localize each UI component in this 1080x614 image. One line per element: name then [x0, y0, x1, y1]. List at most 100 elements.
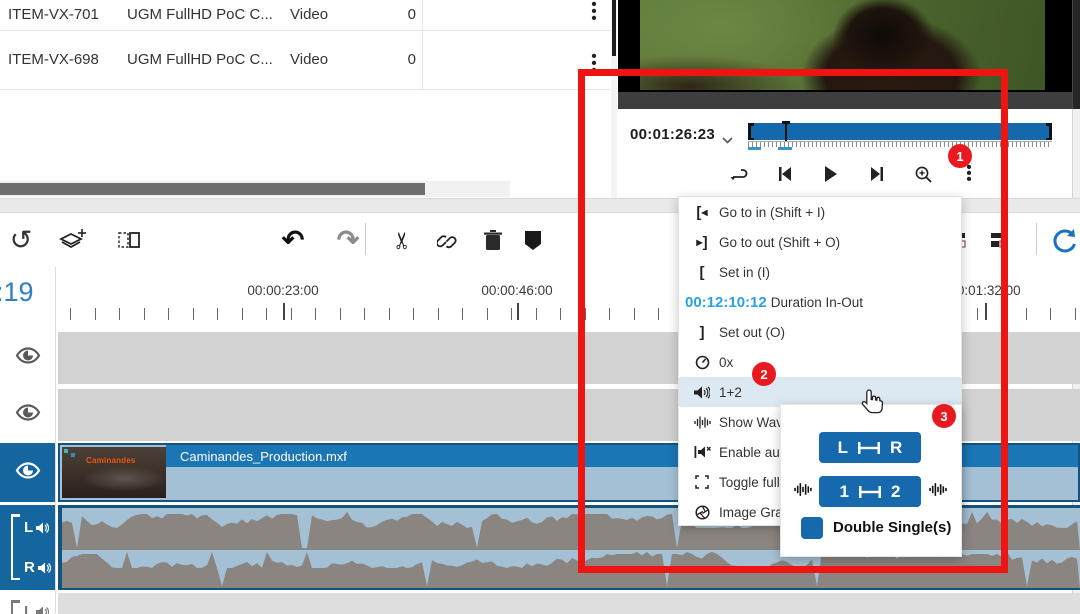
waveform-icon[interactable]: [794, 482, 812, 500]
set-out-icon: ]: [689, 324, 715, 341]
redo-icon[interactable]: ↷: [333, 225, 363, 255]
visibility-eye-icon[interactable]: [15, 403, 41, 427]
timeline-timecode-partial: :19: [0, 277, 34, 308]
player-chrome-bar: [618, 92, 1072, 109]
player-seekbar[interactable]: [748, 123, 1052, 140]
ibeam-link-icon: [858, 442, 880, 454]
seekbar-in-bracket: [748, 123, 751, 140]
item-count: 0: [350, 51, 416, 68]
playhead-marker[interactable]: [785, 121, 787, 142]
channel-letter: R: [24, 559, 35, 576]
menu-item-label: Go to out (Shift + O): [719, 235, 840, 250]
menu-item-duration[interactable]: 00:12:10:12 Duration In-Out: [679, 287, 961, 317]
visibility-eye-icon[interactable]: [15, 461, 41, 485]
seekbar-out-bracket: [1049, 123, 1052, 140]
split-clip-icon[interactable]: [114, 225, 144, 255]
channel-label-left[interactable]: L: [24, 519, 49, 536]
horizontal-scrollbar-thumb[interactable]: [0, 183, 425, 195]
channel-number: 2: [891, 482, 900, 502]
item-id: ITEM-VX-698: [8, 51, 123, 68]
link-icon[interactable]: [433, 225, 463, 255]
channel-label-left[interactable]: L: [24, 603, 49, 614]
waveform-icon[interactable]: [929, 482, 947, 500]
loop-icon[interactable]: [728, 163, 750, 185]
refresh-blue-icon[interactable]: [1050, 225, 1080, 255]
track-header-separator: [55, 267, 56, 614]
marker-dash: [778, 147, 792, 150]
ibeam-link-icon: [859, 486, 881, 498]
vertical-scrollbar-thumb[interactable]: [612, 0, 616, 56]
audio-track-header: L R: [0, 505, 55, 590]
menu-item-speed[interactable]: 0x: [679, 347, 961, 377]
kebab-menu-icon[interactable]: •••: [584, 53, 604, 74]
row-separator: [0, 89, 610, 90]
next-audio-track-header: L: [0, 593, 55, 614]
item-id: ITEM-VX-701: [8, 6, 123, 23]
channel-group-bracket: [11, 600, 19, 614]
refresh-icon[interactable]: ↺: [6, 225, 36, 255]
channel-label-right[interactable]: R: [24, 559, 51, 576]
player-controls: 00:01:26:23: [618, 109, 1072, 198]
column-separator: [422, 0, 423, 89]
visibility-eye-icon[interactable]: [15, 346, 41, 370]
menu-item-label: 0x: [719, 355, 733, 370]
speaker-icon: [689, 386, 715, 399]
annotation-badge-3: 3: [932, 404, 956, 428]
speed-gauge-icon: [689, 355, 715, 370]
skip-to-out-icon[interactable]: [866, 163, 888, 185]
menu-item-label: Enable au: [719, 445, 780, 460]
clip-name: Caminandes_Production.mxf: [180, 449, 347, 464]
double-singles-label: Double Single(s): [833, 519, 951, 536]
go-to-out-icon: ▶]: [689, 234, 715, 251]
menu-item-audio-channels[interactable]: 1+2: [679, 377, 961, 407]
menu-item-label: Duration In-Out: [771, 295, 863, 310]
waveform-right: [62, 552, 1080, 588]
play-icon[interactable]: [820, 163, 842, 185]
numbered-channel-button[interactable]: 1 2: [819, 476, 921, 507]
table-row[interactable]: ITEM-VX-698 UGM FullHD PoC C... Video 0 …: [0, 31, 612, 88]
transport-controls: •••: [728, 157, 1058, 191]
lr-channel-button[interactable]: L R: [819, 432, 921, 463]
annotation-badge-1: 1: [948, 144, 972, 168]
player-timecode[interactable]: 00:01:26:23: [630, 126, 715, 143]
track-layout-alt-icon[interactable]: [984, 225, 1014, 255]
toolbar-divider: [1036, 223, 1037, 255]
delete-icon[interactable]: [478, 225, 508, 255]
ruler-label: 00:00:23:00: [247, 283, 318, 298]
chevron-down-icon[interactable]: [722, 131, 733, 149]
set-in-icon: [: [689, 264, 715, 281]
next-track-lane[interactable]: [58, 593, 1080, 614]
menu-item-go-to-in[interactable]: [◀ Go to in (Shift + I): [679, 197, 961, 227]
seekbar-ruler: [748, 141, 1052, 147]
menu-item-label: Show Wav: [719, 415, 783, 430]
menu-item-set-out[interactable]: ] Set out (O): [679, 317, 961, 347]
menu-item-label: Go to in (Shift + I): [719, 205, 825, 220]
kebab-menu-icon[interactable]: •••: [584, 1, 604, 22]
audio-channel-submenu: L R 1 2 Double Single(s): [780, 404, 962, 557]
menu-item-label: Set out (O): [719, 325, 785, 340]
go-to-in-icon: [◀: [689, 204, 715, 221]
thumbnail-title-text: Caminandes: [86, 456, 136, 465]
duration-timecode: 00:12:10:12: [685, 294, 767, 311]
undo-icon[interactable]: ↶: [278, 225, 308, 255]
menu-item-go-to-out[interactable]: ▶] Go to out (Shift + O): [679, 227, 961, 257]
cut-icon[interactable]: ✂: [388, 225, 418, 255]
double-singles-checkbox[interactable]: [801, 517, 823, 539]
speaker-icon: [36, 606, 49, 614]
track-header: [0, 389, 55, 441]
clip-thumbnail: Caminandes: [62, 447, 166, 498]
menu-item-set-in[interactable]: [ Set in (I): [679, 257, 961, 287]
skip-to-in-icon[interactable]: [774, 163, 796, 185]
menu-item-label: Image Gra: [719, 505, 783, 520]
zoom-in-icon[interactable]: [912, 163, 934, 185]
flag-marker-icon[interactable]: [518, 225, 548, 255]
thumbnail-artifact: [64, 449, 68, 453]
table-row[interactable]: ITEM-VX-701 UGM FullHD PoC C... Video 0 …: [0, 0, 612, 29]
channel-group-bracket: [11, 514, 19, 580]
speaker-icon: [36, 522, 49, 534]
fullscreen-icon: [689, 475, 715, 489]
channel-letter: L: [838, 438, 848, 458]
track-header-selected: [0, 443, 55, 502]
thumbnail-artifact: [71, 453, 75, 457]
add-layer-icon[interactable]: [58, 225, 88, 255]
